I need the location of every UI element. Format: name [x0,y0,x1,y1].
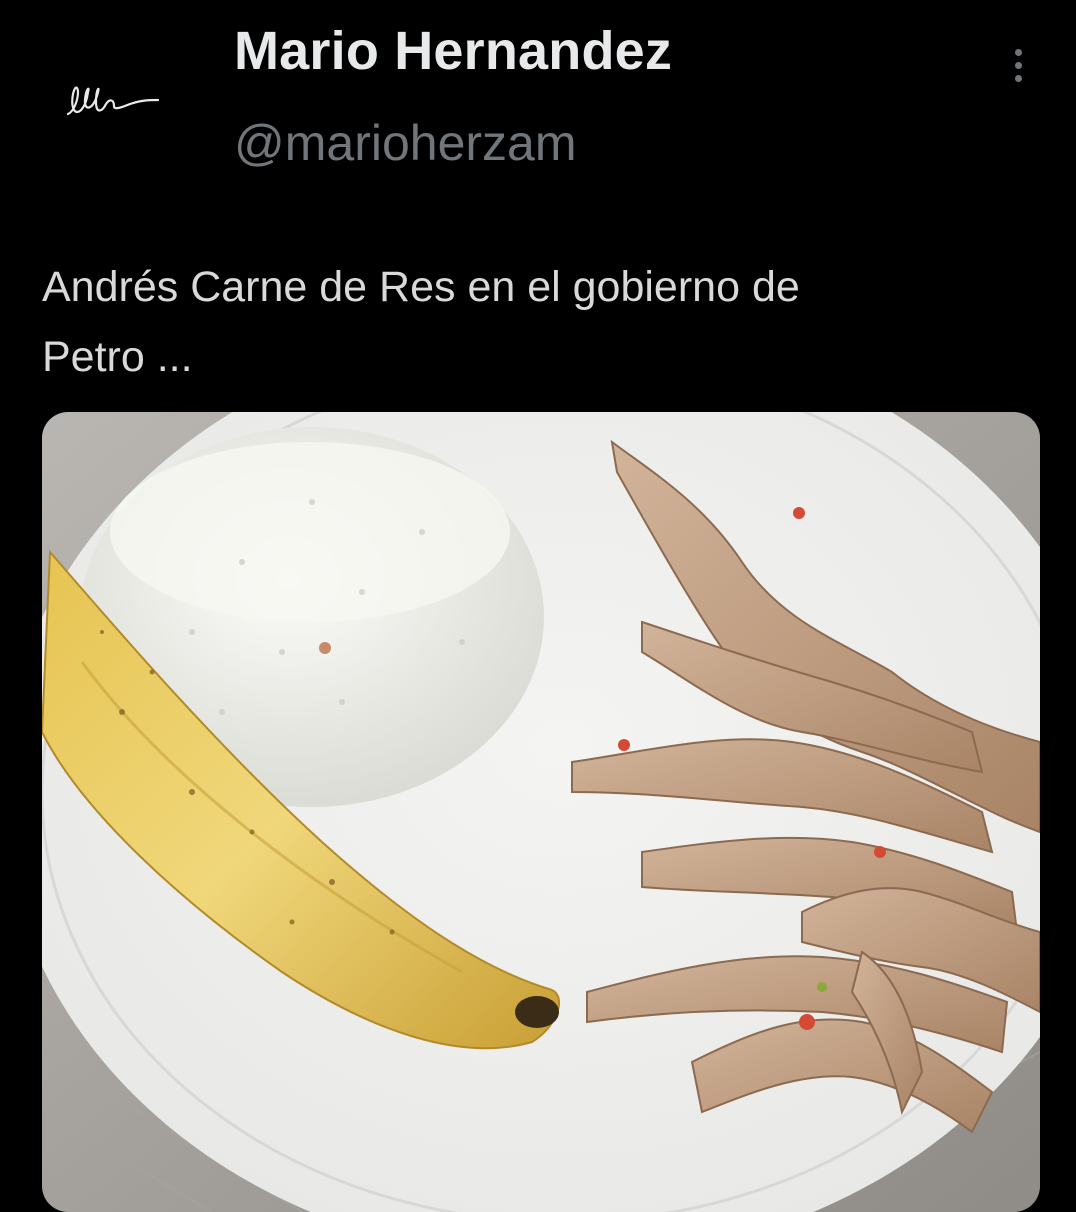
tweet-photo[interactable] [42,412,1040,1212]
food-plate-photo [42,412,1040,1212]
signature-avatar-icon [66,86,160,116]
author-display-name[interactable]: Mario Hernandez [234,20,672,82]
more-dot-icon [1014,48,1022,56]
more-options-button[interactable] [998,40,1038,90]
tweet: Mario Hernandez @marioherzam Andrés Carn… [0,0,1076,1212]
tweet-text: Andrés Carne de Res en el gobierno de Pe… [42,263,800,381]
more-dot-icon [1014,74,1022,82]
more-dot-icon [1014,61,1022,69]
author-handle[interactable]: @marioherzam [234,114,577,172]
avatar[interactable] [50,52,180,152]
